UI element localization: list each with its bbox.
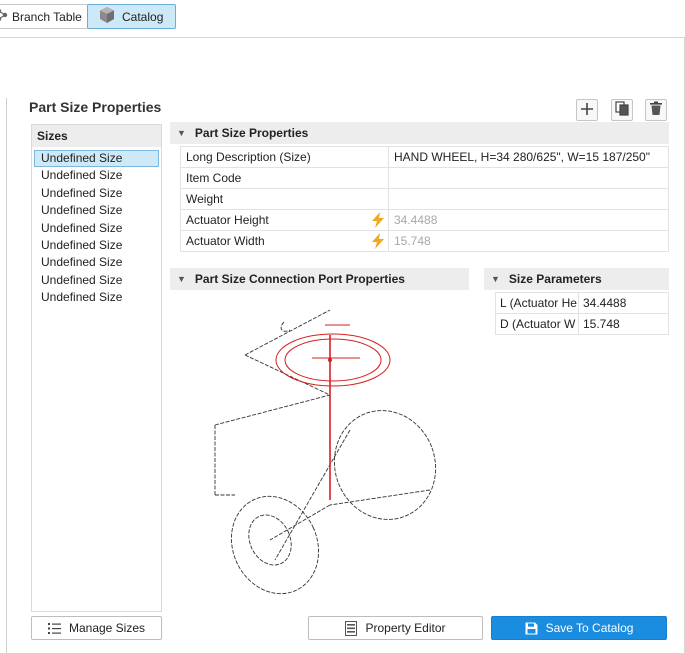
button-label: Manage Sizes	[68, 621, 146, 635]
list-icon	[47, 622, 61, 634]
copy-icon	[615, 101, 629, 119]
property-name: Actuator Height	[186, 213, 269, 227]
part-preview-drawing	[214, 309, 437, 595]
save-to-catalog-button[interactable]: Save To Catalog	[491, 616, 667, 640]
property-row[interactable]: Actuator Width 15.748	[180, 230, 669, 252]
sizes-list: Undefined Size Undefined Size Undefined …	[32, 147, 161, 307]
size-list-item[interactable]: Undefined Size	[34, 167, 159, 184]
property-name: Long Description (Size)	[180, 146, 389, 168]
parameter-name: L (Actuator He	[495, 292, 579, 314]
size-parameters-grid: L (Actuator He 34.4488 D (Actuator W 15.…	[495, 292, 669, 335]
trash-icon	[649, 101, 663, 119]
button-label: Save To Catalog	[545, 621, 634, 635]
delete-size-button[interactable]	[645, 99, 667, 121]
size-list-item[interactable]: Undefined Size	[34, 220, 159, 237]
property-value[interactable]: 34.4488	[388, 209, 669, 231]
connection-ports-section-header[interactable]: ▼ Part Size Connection Port Properties	[170, 268, 469, 290]
page-title: Part Size Properties	[29, 99, 162, 115]
manage-sizes-button[interactable]: Manage Sizes	[31, 616, 162, 640]
property-name: Item Code	[180, 167, 389, 189]
size-list-item[interactable]: Undefined Size	[34, 185, 159, 202]
size-list-item[interactable]: Undefined Size	[34, 289, 159, 306]
properties-section-header[interactable]: ▼ Part Size Properties	[170, 122, 669, 144]
copy-size-button[interactable]	[611, 99, 633, 121]
property-value[interactable]	[388, 167, 669, 189]
parameter-value[interactable]: 15.748	[578, 313, 669, 335]
size-list-item[interactable]: Undefined Size	[34, 150, 159, 168]
save-disk-icon	[525, 622, 538, 635]
section-title: Part Size Connection Port Properties	[194, 272, 405, 286]
property-name: Weight	[180, 188, 389, 210]
tab-branch-table[interactable]: Branch Table	[0, 4, 88, 29]
property-row[interactable]: Item Code	[180, 167, 669, 189]
parameter-value[interactable]: 34.4488	[578, 292, 669, 314]
property-row[interactable]: Long Description (Size) HAND WHEEL, H=34…	[180, 146, 669, 168]
property-sheet-icon	[345, 620, 358, 636]
branch-icon	[0, 8, 8, 25]
plus-icon	[580, 102, 594, 119]
size-list-item[interactable]: Undefined Size	[34, 202, 159, 219]
property-name: Actuator Width	[186, 234, 265, 248]
tab-bar: Branch Table Catalog	[0, 4, 176, 29]
collapse-arrow-icon: ▼	[491, 274, 500, 284]
tab-label: Branch Table	[12, 9, 82, 24]
add-size-button[interactable]	[576, 99, 598, 121]
property-row[interactable]: Weight	[180, 188, 669, 210]
property-row[interactable]: Actuator Height 34.4488	[180, 209, 669, 231]
connection-port-highlight	[275, 324, 391, 500]
property-value[interactable]	[388, 188, 669, 210]
formula-bolt-icon[interactable]	[371, 233, 385, 252]
property-value[interactable]: 15.748	[388, 230, 669, 252]
tab-label: Catalog	[122, 9, 164, 24]
collapse-arrow-icon: ▼	[177, 274, 186, 284]
size-parameters-section-header[interactable]: ▼ Size Parameters	[484, 268, 669, 290]
header-divider	[0, 37, 685, 38]
sizes-panel: Sizes Undefined Size Undefined Size Unde…	[31, 124, 162, 612]
size-list-item[interactable]: Undefined Size	[34, 254, 159, 271]
property-value[interactable]: HAND WHEEL, H=34 280/625", W=15 187/250"	[388, 146, 669, 168]
tab-catalog[interactable]: Catalog	[87, 4, 176, 29]
section-title: Size Parameters	[508, 272, 602, 286]
button-label: Property Editor	[365, 621, 446, 635]
section-title: Part Size Properties	[194, 126, 309, 140]
formula-bolt-icon[interactable]	[371, 212, 385, 231]
properties-grid: Long Description (Size) HAND WHEEL, H=34…	[180, 146, 669, 252]
sizes-header: Sizes	[32, 125, 161, 147]
collapse-arrow-icon: ▼	[177, 128, 186, 138]
parameter-row[interactable]: L (Actuator He 34.4488	[495, 292, 669, 314]
panel-border-left	[6, 98, 7, 653]
cube-icon	[98, 6, 116, 27]
parameter-name: D (Actuator W	[495, 313, 579, 335]
size-list-item[interactable]: Undefined Size	[34, 272, 159, 289]
property-editor-button[interactable]: Property Editor	[308, 616, 483, 640]
size-list-item[interactable]: Undefined Size	[34, 237, 159, 254]
parameter-row[interactable]: D (Actuator W 15.748	[495, 313, 669, 335]
